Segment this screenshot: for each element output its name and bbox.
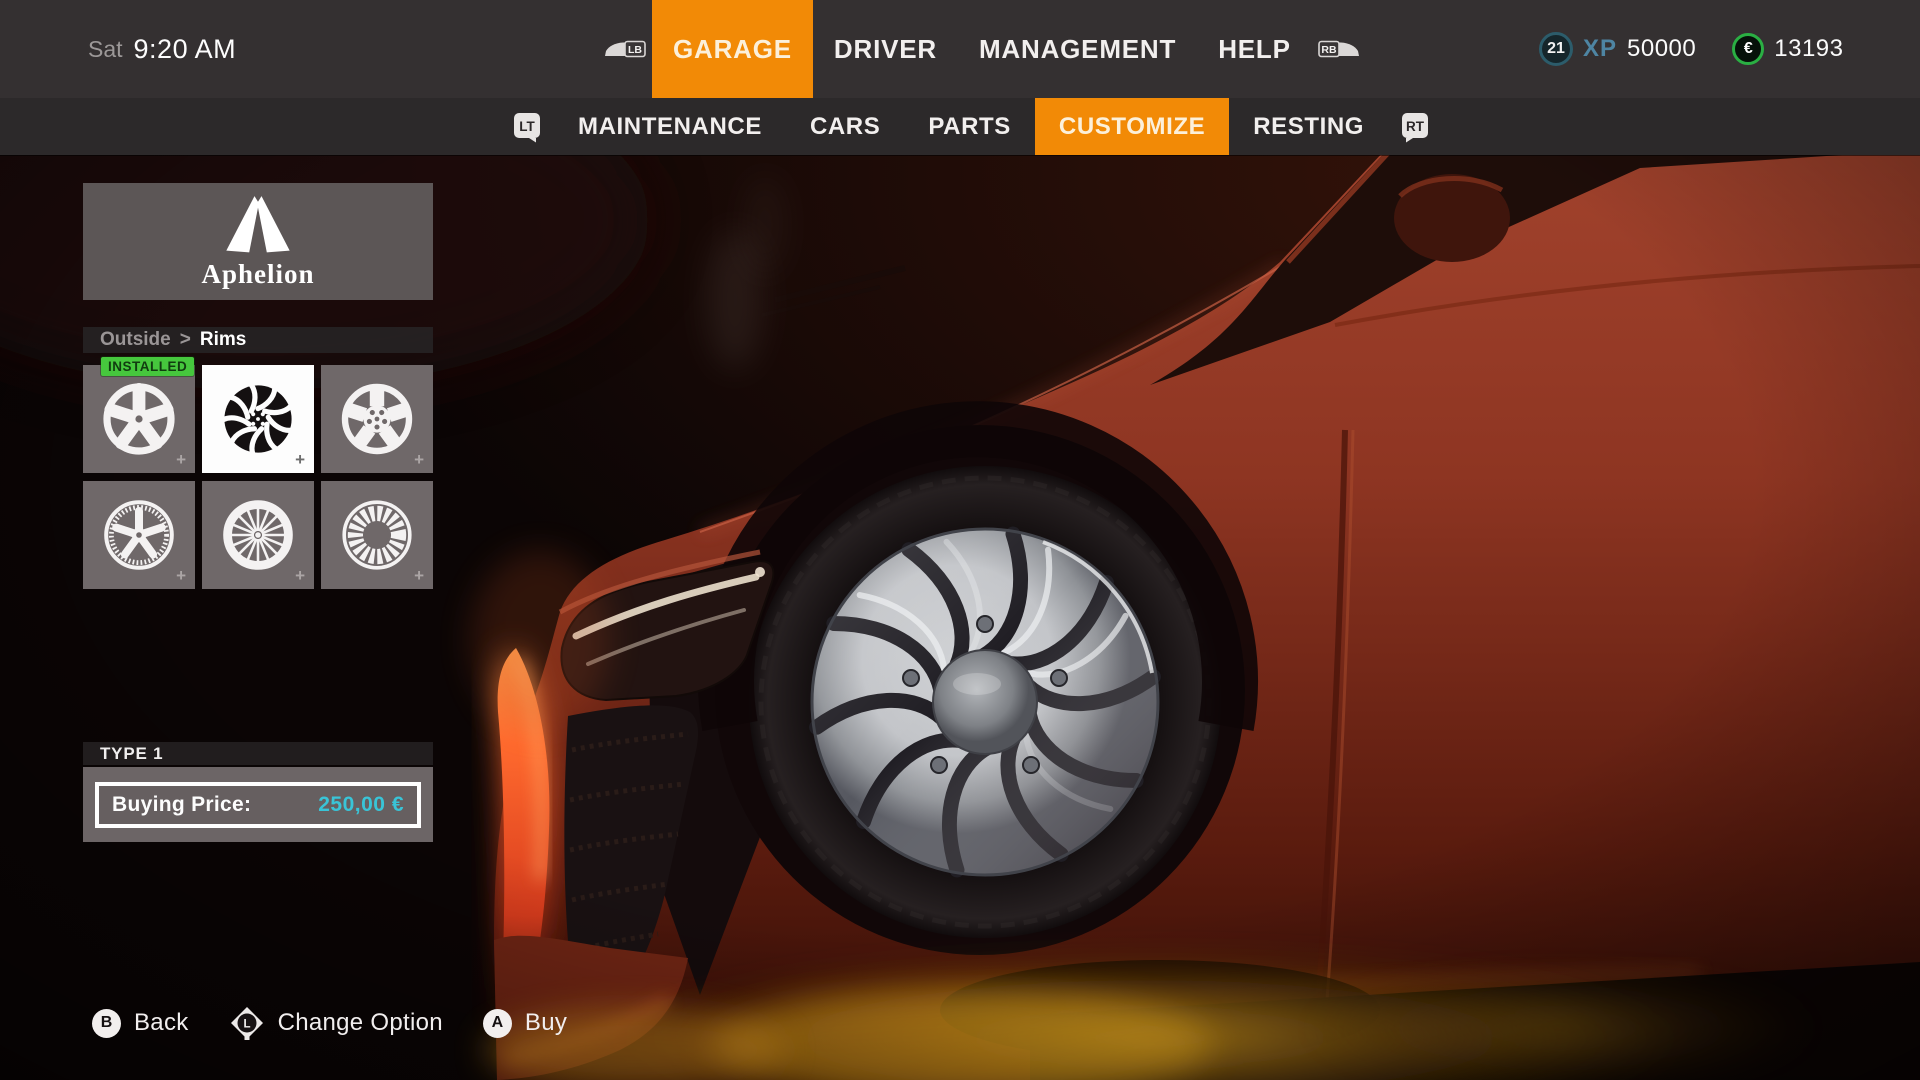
- main-nav: LB GARAGE DRIVER MANAGEMENT HELP RB: [598, 0, 1366, 98]
- top-tab-management[interactable]: MANAGEMENT: [958, 0, 1197, 98]
- rim-option-6[interactable]: +: [321, 481, 433, 589]
- level-badge: 21: [1539, 32, 1573, 66]
- aphelion-logo-icon: [214, 194, 302, 258]
- lt-trigger-icon[interactable]: LT: [512, 111, 542, 143]
- hint-label: Buy: [525, 1009, 567, 1037]
- garage-sub-nav-bar: LT MAINTENANCECARSPARTSCUSTOMIZERESTING …: [0, 98, 1920, 155]
- mesh-rim-icon: [218, 495, 298, 575]
- brand-name: Aphelion: [201, 259, 314, 290]
- plus-icon: +: [176, 566, 186, 586]
- sub-tab-label: CARS: [810, 113, 880, 141]
- plus-icon: +: [414, 450, 424, 470]
- left-stick-icon: L: [229, 1005, 265, 1041]
- sub-tab-maintenance[interactable]: MAINTENANCE: [554, 98, 786, 155]
- price-panel: Buying Price: 250,00 €: [83, 767, 433, 842]
- sub-tab-label: RESTING: [1253, 113, 1364, 141]
- rim-option-3[interactable]: +: [321, 365, 433, 473]
- player-wallet: 21 XP 50000 € 13193: [1539, 0, 1844, 98]
- breadcrumb-separator: >: [180, 329, 191, 351]
- top-tab-label: HELP: [1218, 34, 1291, 65]
- clock-time: 9:20 AM: [134, 34, 237, 65]
- xp-label: XP: [1583, 35, 1617, 63]
- hint-buy[interactable]: A Buy: [483, 1009, 567, 1038]
- rim-options-grid: INSTALLED + + + + + +: [83, 365, 433, 589]
- plus-icon: +: [176, 450, 186, 470]
- clock-day: Sat: [88, 36, 123, 63]
- rb-label: RB: [1321, 44, 1337, 56]
- top-tab-garage[interactable]: GARAGE: [652, 0, 813, 98]
- hint-label: Back: [134, 1009, 189, 1037]
- turbine-rim-icon: [218, 379, 298, 459]
- installed-badge: INSTALLED: [101, 357, 194, 376]
- b-button-icon: B: [92, 1009, 121, 1038]
- breadcrumb-section: Outside: [100, 329, 171, 351]
- currency-symbol: €: [1744, 40, 1753, 58]
- rim-option-2[interactable]: +: [202, 365, 314, 473]
- rim-option-4[interactable]: +: [83, 481, 195, 589]
- svg-text:L: L: [243, 1018, 250, 1030]
- sub-tab-label: PARTS: [928, 113, 1011, 141]
- sub-tab-label: CUSTOMIZE: [1059, 113, 1205, 141]
- currency-icon: €: [1732, 33, 1764, 65]
- top-status-bar: Sat 9:20 AM LB GARAGE DRIVER MANAGEMENT HEL…: [0, 0, 1920, 98]
- hint-back[interactable]: B Back: [92, 1009, 189, 1038]
- hint-label: Change Option: [278, 1009, 443, 1037]
- rim-option-5[interactable]: +: [202, 481, 314, 589]
- buying-price-value: 250,00 €: [318, 793, 404, 817]
- lb-label: LB: [628, 44, 642, 56]
- hint-change-option[interactable]: L Change Option: [229, 1005, 443, 1041]
- plus-icon: +: [414, 566, 424, 586]
- level-value: 21: [1547, 40, 1565, 58]
- lb-shoulder-icon[interactable]: LB: [603, 39, 647, 59]
- sub-tab-customize[interactable]: CUSTOMIZE: [1035, 98, 1229, 155]
- breadcrumb-current: Rims: [200, 329, 246, 351]
- rim-option-1[interactable]: INSTALLED +: [83, 365, 195, 473]
- top-tab-driver[interactable]: DRIVER: [813, 0, 958, 98]
- breadcrumb: Outside > Rims: [83, 327, 433, 353]
- sub-tab-parts[interactable]: PARTS: [904, 98, 1035, 155]
- sub-tab-resting[interactable]: RESTING: [1229, 98, 1388, 155]
- rt-trigger-icon[interactable]: RT: [1400, 111, 1430, 143]
- rt-label: RT: [1406, 118, 1425, 133]
- top-tab-label: MANAGEMENT: [979, 34, 1176, 65]
- buying-price-label: Buying Price:: [112, 793, 251, 817]
- plus-icon: +: [295, 450, 305, 470]
- top-tab-label: DRIVER: [834, 34, 937, 65]
- selection-type-label: TYPE 1: [100, 744, 163, 764]
- top-tab-label: GARAGE: [673, 34, 792, 65]
- currency-value: 13193: [1774, 35, 1843, 63]
- garage-customize-screen: Sat 9:20 AM LB GARAGEDRIVERMANAGEMENTHEL…: [0, 0, 1920, 1080]
- lt-label: LT: [519, 118, 535, 133]
- action-bar: B Back L Change Option A Buy: [92, 1003, 567, 1043]
- sub-tab-cars[interactable]: CARS: [786, 98, 904, 155]
- a-button-icon: A: [483, 1009, 512, 1038]
- brand-panel: Aphelion: [83, 183, 433, 300]
- plus-icon: +: [295, 566, 305, 586]
- rb-shoulder-icon[interactable]: RB: [1317, 39, 1361, 59]
- turbofan-rim-icon: [337, 495, 417, 575]
- sub-tab-label: MAINTENANCE: [578, 113, 762, 141]
- xp-value: 50000: [1627, 35, 1696, 63]
- top-tab-help[interactable]: HELP: [1197, 0, 1312, 98]
- lettered-five-spoke-rim-icon: [99, 495, 179, 575]
- game-clock: Sat 9:20 AM: [88, 0, 236, 98]
- selection-type-bar: TYPE 1: [83, 742, 433, 765]
- five-spoke-rim-icon: [99, 379, 179, 459]
- garage-sub-nav: LT MAINTENANCECARSPARTSCUSTOMIZERESTING …: [500, 98, 1442, 155]
- five-spoke-lug-rim-icon: [337, 379, 417, 459]
- buying-price-box: Buying Price: 250,00 €: [95, 782, 421, 828]
